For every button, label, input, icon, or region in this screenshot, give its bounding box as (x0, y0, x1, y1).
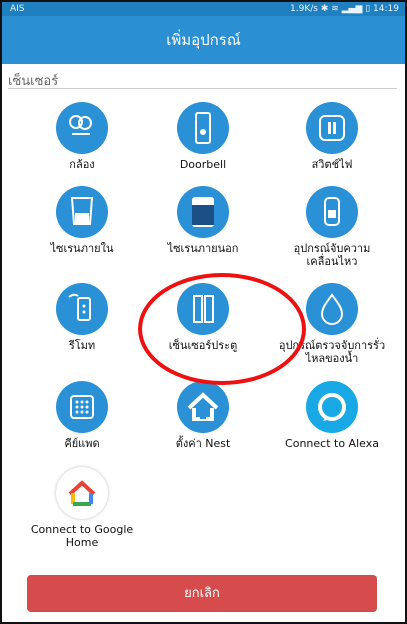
motion-sensor-icon (306, 186, 358, 238)
tile-doorbell[interactable]: Doorbell (148, 102, 258, 171)
google-home-icon (56, 467, 108, 519)
tile-keypad[interactable]: คีย์แพด (27, 381, 137, 450)
doorbell-icon (177, 102, 229, 154)
status-bar: AIS 1.9K/s ✱ ≋ ▂▄▆ ▯ 14:19 (2, 2, 405, 16)
cancel-button[interactable]: ยกเลิก (27, 575, 377, 612)
tile-label: คีย์แพด (64, 437, 100, 450)
tile-label: อุปกรณ์จับความเคลื่อนไหว (293, 242, 371, 268)
device-add-screen: AIS 1.9K/s ✱ ≋ ▂▄▆ ▯ 14:19 เพิ่มอุปกรณ์ … (0, 0, 407, 624)
page-title: เพิ่มอุปกรณ์ (166, 31, 241, 49)
tile-label: ตั้งค่า Nest (175, 437, 231, 450)
carrier-label: AIS (10, 4, 25, 14)
section-divider (8, 88, 397, 89)
keypad-icon (56, 381, 108, 433)
nest-home-icon (177, 381, 229, 433)
tile-label: รีโมท (68, 339, 96, 352)
switch-icon (306, 102, 358, 154)
siren-outdoor-icon (177, 186, 229, 238)
siren-indoor-icon (56, 186, 108, 238)
alexa-icon (306, 381, 358, 433)
camera-icon (56, 102, 108, 154)
tile-label: Doorbell (179, 158, 227, 171)
app-bar: เพิ่มอุปกรณ์ (2, 16, 405, 64)
tile-camera[interactable]: กล้อง (27, 102, 137, 171)
tile-label: สวิตช์ไฟ (311, 158, 353, 171)
tile-switch[interactable]: สวิตช์ไฟ (277, 102, 387, 171)
remote-icon (56, 283, 108, 335)
tile-siren-indoor[interactable]: ไซเรนภายใน (27, 186, 137, 255)
tile-motion-sensor[interactable]: อุปกรณ์จับความเคลื่อนไหว (277, 186, 387, 268)
highlight-annotation (138, 273, 306, 385)
tile-nest[interactable]: ตั้งค่า Nest (148, 381, 258, 450)
water-leak-icon (306, 283, 358, 335)
tile-label: Connect to Google Home (30, 523, 134, 549)
tile-label: ไซเรนภายใน (50, 242, 114, 255)
tile-alexa[interactable]: Connect to Alexa (277, 381, 387, 450)
tile-siren-outdoor[interactable]: ไซเรนภายนอก (148, 186, 258, 255)
tile-google-home[interactable]: Connect to Google Home (27, 467, 137, 549)
tile-label: ไซเรนภายนอก (167, 242, 239, 255)
tile-label: Connect to Alexa (285, 437, 379, 450)
status-indicators: 1.9K/s ✱ ≋ ▂▄▆ ▯ 14:19 (290, 4, 399, 14)
tile-remote[interactable]: รีโมท (27, 283, 137, 352)
tile-label: กล้อง (69, 158, 95, 171)
